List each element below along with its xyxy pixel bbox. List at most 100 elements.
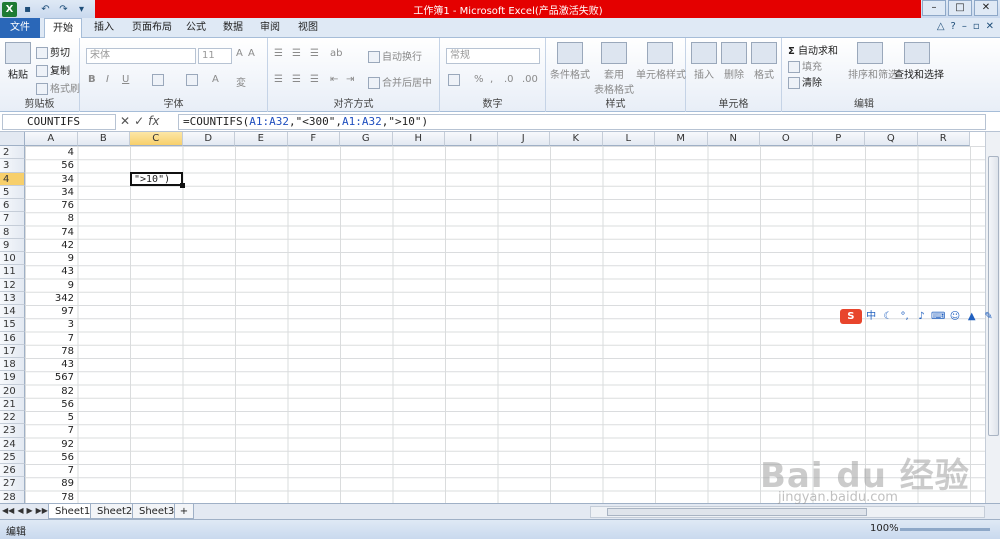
doc-close-icon[interactable]: ✕ bbox=[986, 21, 994, 32]
worksheet-grid[interactable]: A B C D E F G H I J K L M N O P Q R 2 4 3 56 4 34 5 34 6 76 7 8 8 74 9 42… bbox=[0, 132, 985, 503]
column-header-a[interactable]: A bbox=[25, 132, 78, 146]
cell-a-value[interactable]: 82 bbox=[25, 385, 77, 398]
row-header[interactable]: 27 bbox=[0, 477, 25, 491]
redo-icon[interactable]: ↷ bbox=[56, 2, 71, 17]
row-header[interactable]: 25 bbox=[0, 450, 25, 464]
cell-a-value[interactable]: 7 bbox=[25, 464, 77, 477]
zoom-slider[interactable] bbox=[900, 528, 990, 531]
row-header[interactable]: 14 bbox=[0, 305, 25, 319]
decrease-indent-button[interactable]: ⇤ bbox=[330, 74, 338, 85]
column-header-l[interactable]: L bbox=[602, 132, 655, 146]
users-icon[interactable]: ☺ bbox=[948, 309, 963, 324]
row-header[interactable]: 5 bbox=[0, 185, 25, 199]
italic-button[interactable]: I bbox=[106, 74, 109, 85]
column-header-d[interactable]: D bbox=[182, 132, 235, 146]
select-all-corner[interactable] bbox=[0, 132, 25, 146]
enter-icon[interactable]: ✓ bbox=[134, 114, 144, 128]
row-header[interactable]: 18 bbox=[0, 358, 25, 372]
row-header[interactable]: 2 bbox=[0, 146, 25, 160]
accounting-format-button[interactable] bbox=[448, 74, 462, 86]
cell-a-value[interactable]: 5 bbox=[25, 411, 77, 424]
autosum-button[interactable]: Σ 自动求和 bbox=[788, 42, 838, 57]
microphone-icon[interactable]: ♪ bbox=[914, 309, 929, 324]
row-header[interactable]: 13 bbox=[0, 291, 25, 305]
punctuation-icon[interactable]: °, bbox=[897, 309, 912, 324]
doc-restore-icon[interactable]: ▫ bbox=[973, 21, 980, 32]
column-header-b[interactable]: B bbox=[77, 132, 130, 146]
clear-button[interactable]: 清除 bbox=[788, 74, 822, 89]
cell-a-value[interactable]: 342 bbox=[25, 292, 77, 305]
row-header[interactable]: 28 bbox=[0, 490, 25, 503]
row-header[interactable]: 22 bbox=[0, 411, 25, 425]
font-color-button[interactable]: A bbox=[212, 74, 219, 85]
column-header-m[interactable]: M bbox=[655, 132, 708, 146]
horizontal-scrollbar[interactable] bbox=[590, 506, 985, 518]
column-header-r[interactable]: R bbox=[917, 132, 970, 146]
column-header-h[interactable]: H bbox=[392, 132, 445, 146]
wrap-text-button[interactable]: 自动换行 bbox=[368, 48, 422, 63]
column-header-e[interactable]: E bbox=[235, 132, 288, 146]
cell-a-value[interactable]: 43 bbox=[25, 265, 77, 278]
name-box[interactable]: COUNTIFS bbox=[2, 114, 116, 130]
cell-a-value[interactable]: 43 bbox=[25, 358, 77, 371]
cell-a-value[interactable]: 74 bbox=[25, 226, 77, 239]
row-header[interactable]: 8 bbox=[0, 225, 25, 239]
font-name-combo[interactable]: 宋体 bbox=[86, 48, 196, 64]
increase-indent-button[interactable]: ⇥ bbox=[346, 74, 354, 85]
column-header-q[interactable]: Q bbox=[865, 132, 918, 146]
row-header[interactable]: 9 bbox=[0, 238, 25, 252]
delete-cells-button[interactable]: 删除 bbox=[720, 42, 748, 81]
collapse-ribbon-icon[interactable]: △ bbox=[937, 21, 945, 32]
customize-qat-icon[interactable]: ▾ bbox=[74, 2, 89, 17]
maximize-icon[interactable]: □ bbox=[948, 0, 972, 16]
row-header[interactable]: 17 bbox=[0, 344, 25, 358]
row-header[interactable]: 23 bbox=[0, 424, 25, 438]
row-header[interactable]: 7 bbox=[0, 212, 25, 226]
shirt-icon[interactable]: ▲ bbox=[964, 309, 979, 324]
tab-formulas[interactable]: 公式 bbox=[178, 18, 214, 38]
align-right-button[interactable]: ☰ bbox=[310, 74, 319, 85]
row-header[interactable]: 26 bbox=[0, 464, 25, 478]
align-left-button[interactable]: ☰ bbox=[274, 74, 283, 85]
vertical-scroll-thumb[interactable] bbox=[988, 156, 999, 436]
bold-button[interactable]: B bbox=[88, 74, 96, 85]
column-header-o[interactable]: O bbox=[760, 132, 813, 146]
formula-input[interactable]: =COUNTIFS(A1:A32,"<300",A1:A32,">10") bbox=[178, 114, 986, 130]
cell-a-value[interactable]: 56 bbox=[25, 398, 77, 411]
sort-filter-button[interactable]: 排序和筛选 bbox=[848, 42, 898, 81]
ime-mode[interactable]: 中 bbox=[864, 309, 879, 324]
next-sheet-icon[interactable]: ▶ bbox=[26, 506, 32, 515]
cell-a-value[interactable]: 9 bbox=[25, 252, 77, 265]
cell-a-value[interactable]: 7 bbox=[25, 332, 77, 345]
close-icon[interactable]: ✕ bbox=[974, 0, 998, 16]
sogou-logo-icon[interactable]: S bbox=[840, 308, 862, 324]
wrench-icon[interactable]: ✎ bbox=[981, 309, 996, 324]
column-header-i[interactable]: I bbox=[445, 132, 498, 146]
tab-data[interactable]: 数据 bbox=[215, 18, 251, 38]
decrease-decimal-button[interactable]: .00 bbox=[522, 74, 538, 85]
row-header[interactable]: 4 bbox=[0, 172, 25, 186]
row-header[interactable]: 12 bbox=[0, 278, 25, 292]
tab-page-layout[interactable]: 页面布局 bbox=[124, 18, 180, 38]
fill-color-button[interactable] bbox=[186, 74, 200, 86]
last-sheet-icon[interactable]: ▶▶ bbox=[36, 506, 48, 515]
minimize-icon[interactable]: – bbox=[922, 0, 946, 16]
tab-file[interactable]: 文件 bbox=[0, 18, 40, 38]
prev-sheet-icon[interactable]: ◀ bbox=[17, 506, 23, 515]
cell-a-value[interactable]: 42 bbox=[25, 239, 77, 252]
phonetic-button[interactable]: 変 bbox=[236, 74, 246, 89]
new-sheet-icon[interactable]: + bbox=[174, 504, 194, 519]
shrink-font-button[interactable]: A bbox=[248, 48, 255, 59]
keyboard-icon[interactable]: ⌨ bbox=[931, 309, 946, 324]
cell-a-value[interactable]: 56 bbox=[25, 159, 77, 172]
first-sheet-icon[interactable]: ◀◀ bbox=[2, 506, 14, 515]
fill-button[interactable]: 填充 bbox=[788, 58, 822, 73]
cell-a-value[interactable]: 89 bbox=[25, 477, 77, 490]
row-header[interactable]: 16 bbox=[0, 331, 25, 345]
undo-icon[interactable]: ↶ bbox=[38, 2, 53, 17]
align-center-button[interactable]: ☰ bbox=[292, 74, 301, 85]
zoom-level[interactable]: 100% bbox=[870, 523, 899, 534]
cell-a-value[interactable]: 92 bbox=[25, 438, 77, 451]
comma-style-button[interactable]: , bbox=[490, 74, 493, 85]
orientation-button[interactable]: ab bbox=[330, 48, 342, 59]
